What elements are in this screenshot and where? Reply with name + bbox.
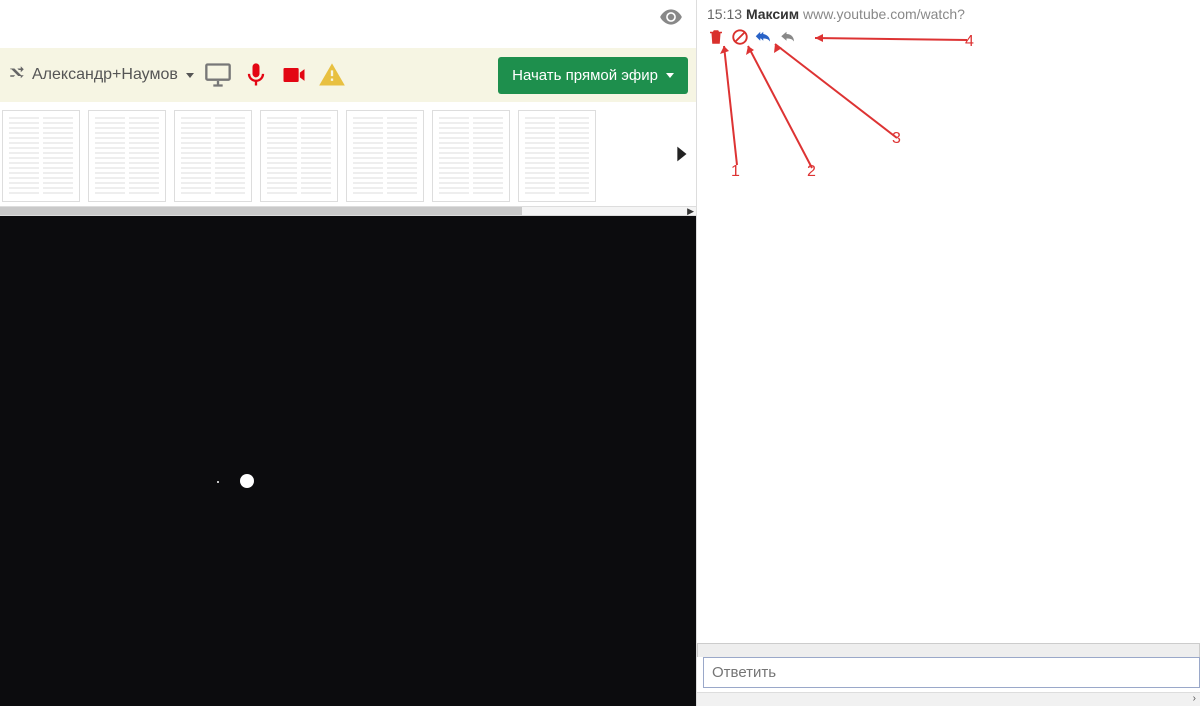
thumbnail[interactable] <box>174 110 252 202</box>
left-panel: Александр+Наумов Начать прямой эфир <box>0 0 696 706</box>
annotation-arrow <box>767 38 907 148</box>
thumbnail-list[interactable] <box>0 104 666 204</box>
reply-row <box>697 643 1200 688</box>
thumbnail[interactable] <box>346 110 424 202</box>
annotation-number: 1 <box>731 163 740 181</box>
start-stream-button[interactable]: Начать прямой эфир <box>498 57 688 94</box>
mic-icon[interactable] <box>242 61 270 89</box>
thumb-scrollbar[interactable]: ▶ <box>0 206 696 216</box>
eye-icon[interactable] <box>658 4 684 33</box>
user-dropdown[interactable]: Александр+Наумов <box>8 64 194 87</box>
message-author: Максим <box>746 6 799 22</box>
toolbar: Александр+Наумов Начать прямой эфир <box>0 48 696 102</box>
chat-message: 15:13 Максим www.youtube.com/watch? <box>697 0 1200 26</box>
user-label: Александр+Наумов <box>32 66 178 84</box>
camera-icon[interactable] <box>280 61 308 89</box>
annotation-number: 2 <box>807 163 816 181</box>
thumbnail-next-button[interactable] <box>666 136 696 172</box>
loader-dot <box>240 474 254 488</box>
caret-down-icon <box>666 73 674 78</box>
start-stream-label: Начать прямой эфир <box>512 67 658 84</box>
message-time: 15:13 <box>707 6 742 22</box>
shuffle-icon <box>8 64 26 87</box>
thumbnail[interactable] <box>88 110 166 202</box>
thumbnail[interactable] <box>432 110 510 202</box>
warning-icon[interactable] <box>318 61 346 89</box>
video-area[interactable] <box>0 216 696 706</box>
annotation-arrow <box>807 30 977 50</box>
reply-input[interactable] <box>703 657 1200 688</box>
thumbnail[interactable] <box>2 110 80 202</box>
reply-bar-divider <box>697 643 1200 657</box>
annotation-number: 4 <box>965 33 974 51</box>
caret-down-icon <box>186 73 194 78</box>
message-url[interactable]: www.youtube.com/watch? <box>803 6 965 22</box>
thumbnail-strip <box>0 102 696 206</box>
annotation-number: 3 <box>892 130 901 148</box>
thumbnail[interactable] <box>518 110 596 202</box>
monitor-icon[interactable] <box>204 61 232 89</box>
visibility-row <box>0 0 696 30</box>
loader-dot <box>217 481 219 483</box>
chat-scrollbar[interactable]: › <box>697 692 1200 706</box>
thumbnail[interactable] <box>260 110 338 202</box>
chat-panel: 15:13 Максим www.youtube.com/watch? <box>696 0 1200 706</box>
